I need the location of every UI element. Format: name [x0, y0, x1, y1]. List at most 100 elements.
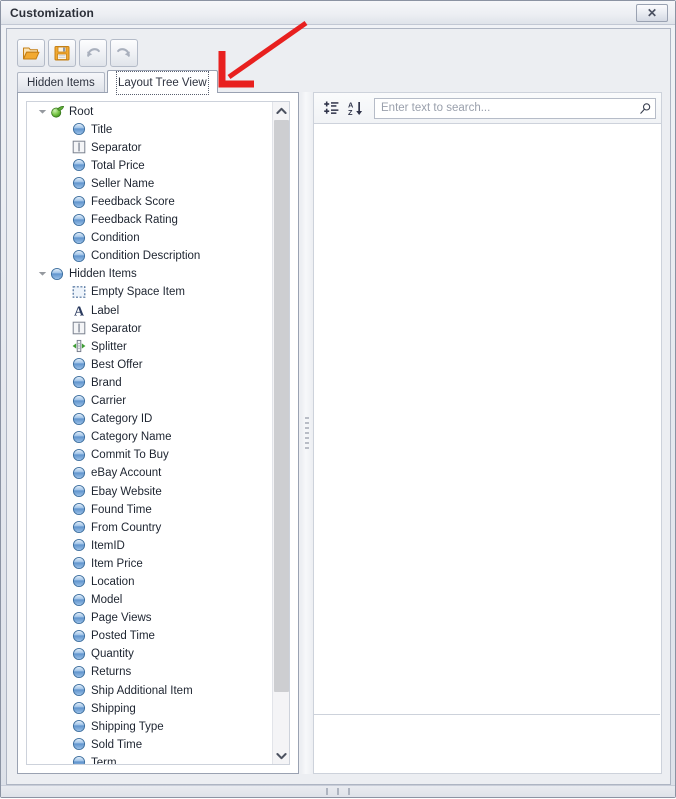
tree-node[interactable]: Total Price [27, 156, 273, 174]
tree-node[interactable]: From Country [27, 518, 273, 536]
field-item-icon [71, 393, 87, 409]
undo-button[interactable] [79, 39, 107, 67]
separator-icon [71, 320, 87, 336]
tree-node[interactable]: Hidden Items [27, 265, 273, 283]
save-floppy-icon [54, 46, 70, 61]
tree-node-label: Ship Additional Item [91, 684, 193, 697]
tree-node[interactable]: Title [27, 120, 273, 138]
sort-alphabetical-button[interactable]: A Z [343, 96, 367, 120]
tree-node-label: Sold Time [91, 738, 143, 751]
tree-node[interactable]: Commit To Buy [27, 446, 273, 464]
field-item-icon [71, 754, 87, 764]
field-item-icon [71, 429, 87, 445]
window-title: Customization [10, 6, 94, 20]
tree-node[interactable]: Empty Space Item [27, 283, 273, 301]
tree-node[interactable]: Brand [27, 373, 273, 391]
tree-node[interactable]: Category Name [27, 428, 273, 446]
scroll-thumb[interactable] [274, 120, 289, 692]
tree-node[interactable]: Page Views [27, 609, 273, 627]
field-item-icon [71, 356, 87, 372]
tree-vertical-scrollbar[interactable] [272, 102, 289, 764]
tree-node[interactable]: ItemID [27, 536, 273, 554]
triangle-down-icon [38, 109, 46, 114]
tree-node[interactable]: Found Time [27, 500, 273, 518]
field-item-icon [71, 736, 87, 752]
svg-text:A: A [74, 304, 85, 318]
search-field-wrapper[interactable] [374, 97, 656, 119]
tree-node-label: Separator [91, 322, 142, 335]
tree-node[interactable]: Seller Name [27, 174, 273, 192]
tree-expander[interactable] [35, 270, 49, 277]
tree-node[interactable]: Ship Additional Item [27, 681, 273, 699]
tree-node[interactable]: A Label [27, 301, 273, 319]
scroll-up-button[interactable] [273, 102, 289, 119]
field-item-icon [71, 212, 87, 228]
redo-button[interactable] [110, 39, 138, 67]
field-item-icon [71, 646, 87, 662]
save-layout-button[interactable] [48, 39, 76, 67]
tree-node[interactable]: Location [27, 572, 273, 590]
tree-node[interactable]: Category ID [27, 410, 273, 428]
tree-node[interactable]: Item Price [27, 554, 273, 572]
splitter-grip [305, 417, 309, 449]
tree-node[interactable]: Separator [27, 138, 273, 156]
tree-node[interactable]: Shipping [27, 699, 273, 717]
redo-arrow-icon [117, 48, 130, 57]
tree-node[interactable]: Sold Time [27, 735, 273, 753]
tree-node-label: Commit To Buy [91, 449, 169, 462]
tab-hidden-items[interactable]: Hidden Items [17, 72, 105, 93]
close-button[interactable]: ✕ [636, 4, 668, 22]
tree-node[interactable]: Feedback Rating [27, 211, 273, 229]
tree-node[interactable]: Best Offer [27, 355, 273, 373]
tree-node[interactable]: eBay Account [27, 464, 273, 482]
tree-node[interactable]: Root [27, 102, 273, 120]
tree-node[interactable]: Model [27, 591, 273, 609]
field-item-icon [71, 537, 87, 553]
tree-node-label: Best Offer [91, 358, 143, 371]
tab-layout-tree-view-label: Layout Tree View [116, 71, 209, 95]
field-item-icon [71, 248, 87, 264]
tree-node[interactable]: Quantity [27, 645, 273, 663]
scroll-down-button[interactable] [273, 747, 289, 764]
tree-node[interactable]: Ebay Website [27, 482, 273, 500]
tree-node-label: Posted Time [91, 630, 155, 643]
resize-grip[interactable] [326, 788, 350, 795]
tree-node-label: Page Views [91, 612, 152, 625]
tree-node-label: Seller Name [91, 177, 155, 190]
field-item-icon [71, 121, 87, 137]
tree-node[interactable]: Separator [27, 319, 273, 337]
field-item-icon [71, 374, 87, 390]
tab-layout-tree-view[interactable]: Layout Tree View [107, 70, 218, 95]
tree-node-label: Empty Space Item [91, 286, 185, 299]
tree-node[interactable]: Posted Time [27, 627, 273, 645]
field-item-icon [71, 610, 87, 626]
field-item-icon [71, 682, 87, 698]
dialog-client-area: Hidden Items Layout Tree View Root Title S… [6, 28, 671, 785]
layout-tree-panel[interactable]: Root Title Separator Total Price Seller Name… [26, 101, 290, 765]
tree-node[interactable]: Returns [27, 663, 273, 681]
tree-node-label: ItemID [91, 539, 125, 552]
tree-node-label: From Country [91, 521, 162, 534]
tree-node[interactable]: Condition Description [27, 247, 273, 265]
group-by-category-button[interactable] [319, 96, 343, 120]
tab-strip: Hidden Items Layout Tree View [17, 70, 299, 95]
panel-splitter[interactable] [301, 92, 313, 774]
svg-text:Z: Z [348, 108, 353, 117]
tree-node[interactable]: Carrier [27, 392, 273, 410]
tree-node[interactable]: Condition [27, 229, 273, 247]
open-layout-button[interactable] [17, 39, 45, 67]
tree-node[interactable]: Term [27, 753, 273, 764]
search-button[interactable] [635, 99, 655, 118]
tree-node-label: Shipping Type [91, 720, 164, 733]
property-grid-content[interactable] [313, 124, 662, 742]
search-input[interactable] [375, 99, 635, 117]
search-toolbar: A Z [313, 92, 662, 124]
title-bar[interactable]: Customization ✕ [1, 1, 675, 25]
tree-node[interactable]: Splitter [27, 337, 273, 355]
tree-node[interactable]: Shipping Type [27, 717, 273, 735]
field-item-icon [71, 230, 87, 246]
sort-alphabetical-icon: A Z [348, 100, 362, 117]
tree-expander[interactable] [35, 108, 49, 115]
tree-node[interactable]: Feedback Score [27, 192, 273, 210]
field-item-icon [71, 718, 87, 734]
